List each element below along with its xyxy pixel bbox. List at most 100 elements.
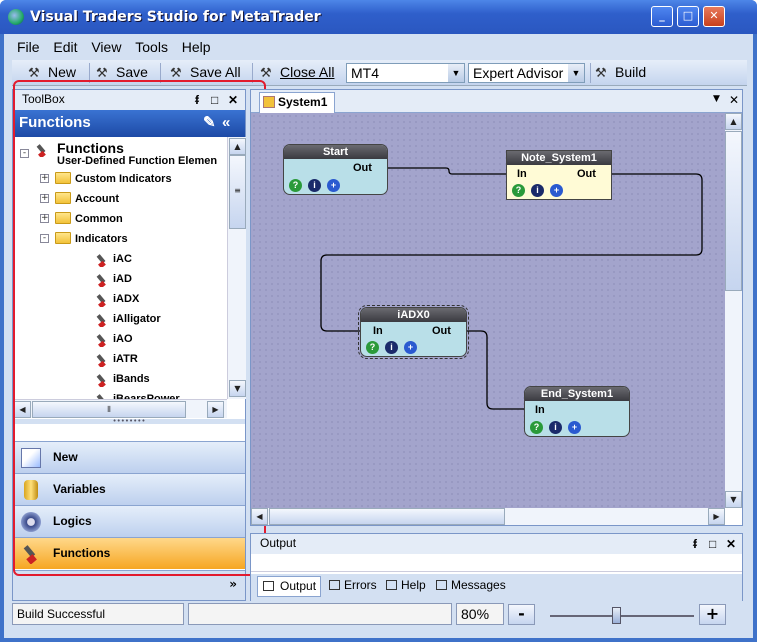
info-icon[interactable]: i [308,179,321,192]
scroll-thumb[interactable]: ≡ [229,155,246,229]
scroll-left-button[interactable]: ◀ [14,401,31,418]
menu-tools[interactable]: Tools [130,35,173,55]
tree-horizontal-scrollbar[interactable]: ◀ ⦀ ▶ [13,399,227,418]
tree-item[interactable]: iAD [113,273,132,285]
tree-folder[interactable]: Indicators [75,233,128,245]
add-icon[interactable]: + [568,421,581,434]
scroll-thumb[interactable]: ⦀ [32,401,186,418]
output-text-area[interactable] [251,554,742,572]
splitter-grip[interactable]: •••••••• [13,418,245,425]
scroll-down-button[interactable]: ▼ [229,380,246,397]
expand-toggle[interactable]: + [40,174,49,183]
end-block[interactable]: End_System1 In ? i + [524,386,630,437]
tree-item[interactable]: iATR [113,353,138,365]
tree-item[interactable]: iAC [113,253,132,265]
nav-logics[interactable]: Logics [13,505,245,537]
note-block[interactable]: Note_System1 In Out ? i + [506,150,612,200]
float-icon[interactable]: □ [709,535,716,554]
menu-help[interactable]: Help [177,35,216,55]
nav-functions[interactable]: Functions [13,537,245,569]
save-all-button[interactable]: ⚒ Save All [170,64,241,80]
tab-help[interactable]: Help [381,576,429,597]
scroll-down-button[interactable]: ▼ [725,491,742,508]
zoom-level: 80% [456,603,504,625]
minimize-button[interactable]: _ [651,6,673,27]
design-canvas[interactable]: Start Out ? i + Note_System1 In Out ? i … [251,113,725,508]
iadx-block[interactable]: iADX0 In Out ? i + [358,305,469,359]
start-block[interactable]: Start Out ? i + [283,144,388,195]
collapse-icon[interactable]: « [222,110,230,136]
scroll-right-button[interactable]: ▶ [207,401,224,418]
menu-file[interactable]: File [12,35,45,55]
chevron-down-icon[interactable]: ▼ [568,64,584,82]
scroll-left-button[interactable]: ◀ [251,508,268,525]
add-icon[interactable]: + [327,179,340,192]
pin-icon[interactable]: ᵮ [195,91,199,110]
tab-list-icon[interactable]: ▼ [713,94,720,104]
canvas-vertical-scrollbar[interactable]: ▲ ▼ [725,113,742,508]
canvas-horizontal-scrollbar[interactable]: ◀ ▶ [251,508,725,525]
info-icon[interactable]: i [385,341,398,354]
menu-edit[interactable]: Edit [48,35,82,55]
tree-folder[interactable]: Custom Indicators [75,173,172,185]
scroll-thumb[interactable] [725,131,742,291]
collapse-toggle[interactable]: - [20,149,29,158]
scroll-up-button[interactable]: ▲ [725,113,742,130]
platform-select[interactable]: MT4 ▼ [346,63,465,83]
tree-folder[interactable]: Common [75,213,123,225]
zoom-out-button[interactable]: - [508,604,535,625]
tab-system1[interactable]: System1 [259,92,335,113]
info-icon[interactable]: i [531,184,544,197]
build-button[interactable]: ⚒ Build [595,64,646,80]
hammer-icon: ⚒ [96,65,108,80]
info-icon[interactable]: i [549,421,562,434]
help-icon[interactable]: ? [366,341,379,354]
menu-view[interactable]: View [86,35,126,55]
expand-toggle[interactable]: + [40,194,49,203]
messages-icon [436,580,447,590]
tree-folder[interactable]: Account [75,193,119,205]
help-icon[interactable]: ? [289,179,302,192]
tree-item[interactable]: iAlligator [113,313,161,325]
nav-new[interactable]: New [13,441,245,473]
pin-icon[interactable]: ᵮ [693,535,697,554]
title-bar[interactable]: Visual Traders Studio for MetaTrader _ □… [0,0,757,34]
save-button[interactable]: ⚒ Save [96,64,148,80]
close-icon[interactable]: ✕ [228,91,238,110]
help-icon[interactable]: ? [512,184,525,197]
tree-vertical-scrollbar[interactable]: ▲ ≡ ▼ [227,137,246,399]
tab-messages[interactable]: Messages [431,576,506,597]
close-document-icon[interactable]: ✕ [729,93,739,107]
function-tree[interactable]: - Functions User-Defined Function Elemen… [13,137,227,399]
maximize-button[interactable]: □ [677,6,699,27]
edit-icon[interactable]: ✎ [203,110,216,136]
help-icon[interactable]: ? [530,421,543,434]
float-icon[interactable]: □ [211,91,218,110]
tree-item[interactable]: iADX [113,293,139,305]
scroll-up-button[interactable]: ▲ [229,138,246,155]
tree-root[interactable]: Functions [57,140,124,156]
nav-variables[interactable]: Variables [13,473,245,505]
chevron-down-icon[interactable]: ▼ [448,64,464,82]
scroll-thumb[interactable] [269,508,505,525]
zoom-in-button[interactable]: + [699,604,726,625]
close-icon[interactable]: ✕ [726,535,736,554]
type-select[interactable]: Expert Advisor ▼ [468,63,585,83]
zoom-slider-thumb[interactable] [612,607,621,624]
tree-item[interactable]: iAO [113,333,133,345]
scroll-right-button[interactable]: ▶ [708,508,725,525]
add-icon[interactable]: + [404,341,417,354]
close-all-button[interactable]: ⚒ Close All [260,64,334,80]
add-icon[interactable]: + [550,184,563,197]
tree-item[interactable]: iBands [113,373,150,385]
wrench-icon [96,354,106,367]
collapse-toggle[interactable]: - [40,234,49,243]
nav-overflow-chevron-icon[interactable]: » [13,570,245,600]
zoom-slider[interactable] [550,615,694,617]
tab-errors[interactable]: Errors [324,576,379,597]
expand-toggle[interactable]: + [40,214,49,223]
new-toolbar-button[interactable]: ⚒ New [28,64,76,80]
wrench-icon [36,144,46,157]
tab-output[interactable]: Output [257,576,321,597]
close-button[interactable]: ✕ [703,6,725,27]
